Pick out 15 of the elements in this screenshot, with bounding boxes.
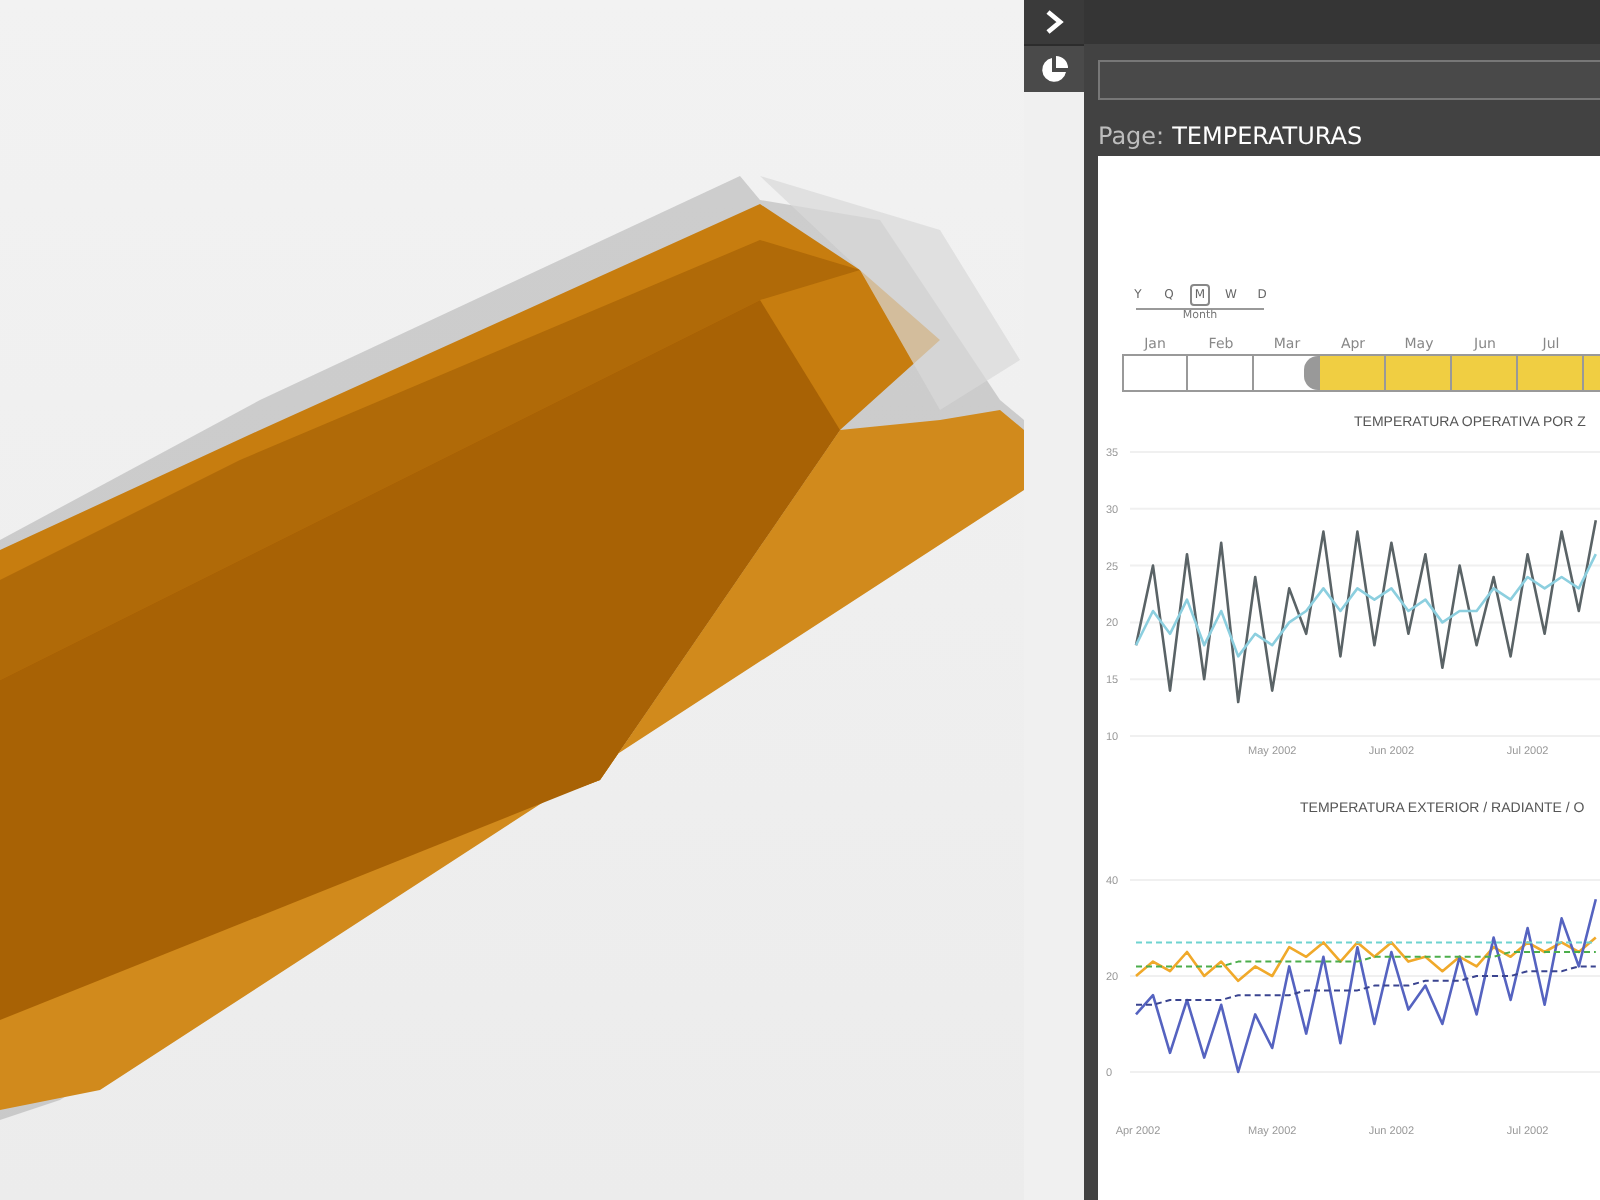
month-cell[interactable]: [1518, 354, 1584, 392]
range-handle[interactable]: [1304, 356, 1318, 390]
pie-chart-icon: [1040, 55, 1068, 83]
month-cell[interactable]: [1320, 354, 1386, 392]
month-cell[interactable]: [1254, 354, 1320, 392]
search-field[interactable]: [1098, 60, 1600, 100]
page-label: Page:: [1098, 120, 1165, 152]
reports-tab[interactable]: [1024, 46, 1084, 92]
month-cell[interactable]: [1122, 354, 1188, 392]
page-name: TEMPERATURAS: [1172, 120, 1363, 152]
expand-button[interactable]: [1024, 0, 1084, 46]
month-cell[interactable]: [1386, 354, 1452, 392]
month-cell[interactable]: [1452, 354, 1518, 392]
chevron-right-icon: [1044, 10, 1064, 34]
month-cell[interactable]: [1188, 354, 1254, 392]
